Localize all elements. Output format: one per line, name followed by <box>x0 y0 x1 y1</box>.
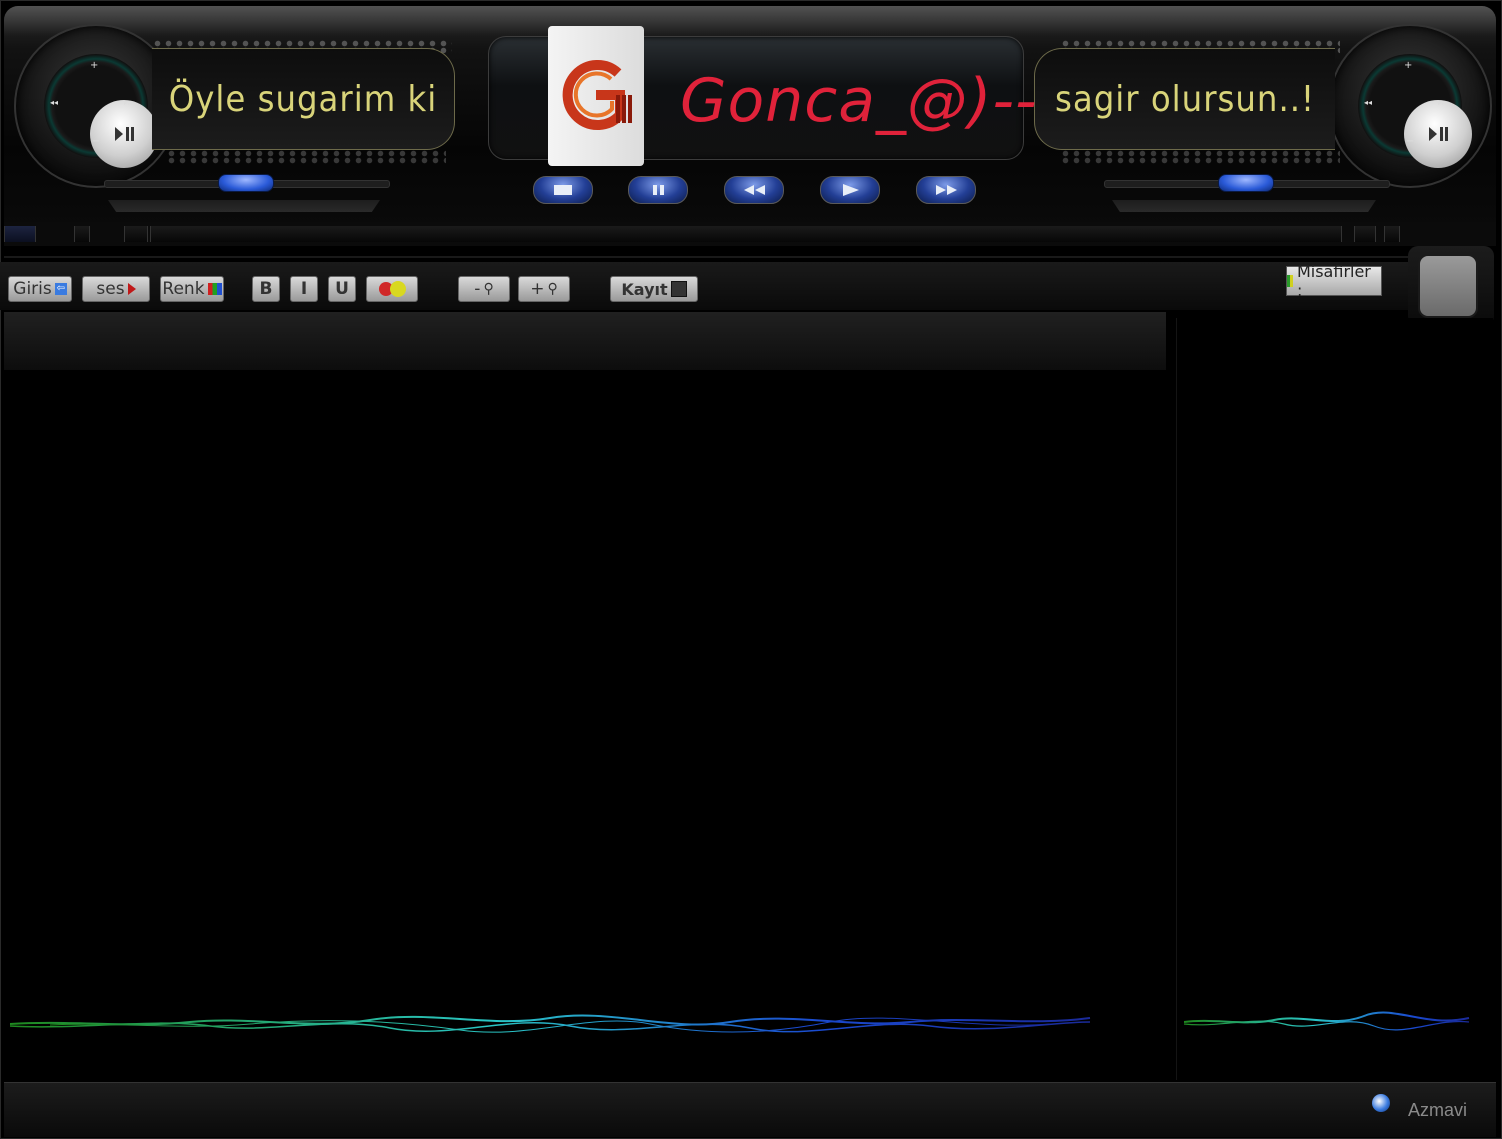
room-tab-main[interactable] <box>150 226 1342 242</box>
room-title: Gonca_@)-- <box>680 66 1038 136</box>
italic-button[interactable]: I <box>290 276 318 302</box>
speaker-grille-left-bottom <box>166 150 446 164</box>
fast-forward-button[interactable] <box>916 176 976 204</box>
lyric-display-right: sagir olursun..! <box>1034 48 1335 150</box>
user-list-panel[interactable] <box>1176 318 1493 1080</box>
brand-logo-icon <box>1372 1094 1390 1112</box>
stop-icon <box>554 185 572 195</box>
play-icon <box>843 184 859 196</box>
sound-play-icon <box>127 283 136 295</box>
kayit-label: Kayıt <box>621 279 668 299</box>
lyric-right-text: sagir olursun..! <box>1054 78 1315 120</box>
room-tab-1[interactable] <box>4 226 36 242</box>
footer-bar <box>4 1082 1496 1137</box>
emoticons-button[interactable] <box>366 276 418 302</box>
yellow-smiley-icon <box>389 281 406 297</box>
room-tab-2[interactable] <box>74 226 90 242</box>
stop-button[interactable] <box>533 176 593 204</box>
right-player-knob[interactable]: + − ◂◂ ▸▸ <box>1328 24 1492 188</box>
pause-icon <box>653 185 664 195</box>
save-disk-icon <box>670 281 687 297</box>
left-volume-slider-thumb[interactable] <box>218 174 274 192</box>
left-play-pause-button[interactable] <box>90 100 158 168</box>
volume-up-icon[interactable]: + <box>90 60 98 71</box>
bold-button[interactable]: B <box>252 276 280 302</box>
login-arrow-icon: ⇦ <box>54 283 67 295</box>
sound-wave-visualizer <box>10 1014 1091 1033</box>
renk-button[interactable]: Renk <box>160 276 224 302</box>
zoom-in-button[interactable]: + ⚲ <box>518 276 570 302</box>
room-tab-strip <box>4 222 1496 246</box>
left-slider-base <box>108 200 380 212</box>
prev-track-icon[interactable]: ◂◂ <box>1364 98 1372 107</box>
zoom-out-label: - <box>474 279 481 299</box>
lyric-display-left: Öyle sugarim ki <box>152 48 455 150</box>
play-pause-icon <box>1429 127 1448 141</box>
magnifier-icon: ⚲ <box>547 281 558 297</box>
right-play-pause-button[interactable] <box>1404 100 1472 168</box>
right-slider-base <box>1112 200 1376 212</box>
underline-label: U <box>335 279 349 299</box>
guests-header: Misafirler : <box>1286 262 1382 300</box>
player-bar-sheen <box>4 6 1496 36</box>
zoom-out-button[interactable]: - ⚲ <box>458 276 510 302</box>
room-tab-5[interactable] <box>1384 226 1400 242</box>
volume-up-icon[interactable]: + <box>1404 60 1412 71</box>
zoom-in-label: + <box>530 279 545 299</box>
room-logo <box>548 26 644 166</box>
guests-status-icon <box>1287 275 1293 287</box>
ses-button[interactable]: ses <box>82 276 150 302</box>
giris-label: Giris <box>13 279 52 299</box>
pause-button[interactable] <box>628 176 688 204</box>
italic-label: I <box>300 279 308 299</box>
corner-toggle-face <box>1418 254 1478 318</box>
g-logo-icon <box>562 60 632 130</box>
room-tab-4[interactable] <box>1354 226 1376 242</box>
renk-label: Renk <box>162 279 205 299</box>
prev-track-icon[interactable]: ◂◂ <box>50 98 58 107</box>
chat-header-bar <box>4 312 1166 370</box>
color-palette-icon <box>207 283 222 295</box>
volume-down-icon[interactable]: − <box>1406 136 1414 147</box>
rewind-button[interactable] <box>724 176 784 204</box>
next-track-icon[interactable]: ▸▸ <box>124 98 132 107</box>
chat-messages-area[interactable] <box>4 370 1166 1080</box>
room-tab-3[interactable] <box>124 226 148 242</box>
sound-wave-visualizer-small <box>1184 1011 1470 1031</box>
speaker-grille-right-bottom <box>1060 150 1340 164</box>
rewind-icon <box>744 185 765 195</box>
right-volume-slider-thumb[interactable] <box>1218 174 1274 192</box>
ses-label: ses <box>96 279 125 299</box>
kayit-button[interactable]: Kayıt <box>610 276 698 302</box>
magnifier-icon: ⚲ <box>483 281 494 297</box>
footer-brand[interactable]: Azmavi <box>1408 1100 1467 1121</box>
bold-label: B <box>259 279 273 299</box>
underline-button[interactable]: U <box>328 276 356 302</box>
next-track-icon[interactable]: ▸▸ <box>1438 98 1446 107</box>
lyric-left-text: Öyle sugarim ki <box>168 78 438 120</box>
corner-toggle-button[interactable] <box>1408 246 1494 326</box>
fast-forward-icon <box>936 185 957 195</box>
play-pause-icon <box>115 127 134 141</box>
guests-header-label: Misafirler : <box>1296 262 1371 300</box>
giris-button[interactable]: Giris ⇦ <box>8 276 72 302</box>
separator-line <box>4 256 1494 258</box>
volume-down-icon[interactable]: − <box>92 136 100 147</box>
play-button[interactable] <box>820 176 880 204</box>
